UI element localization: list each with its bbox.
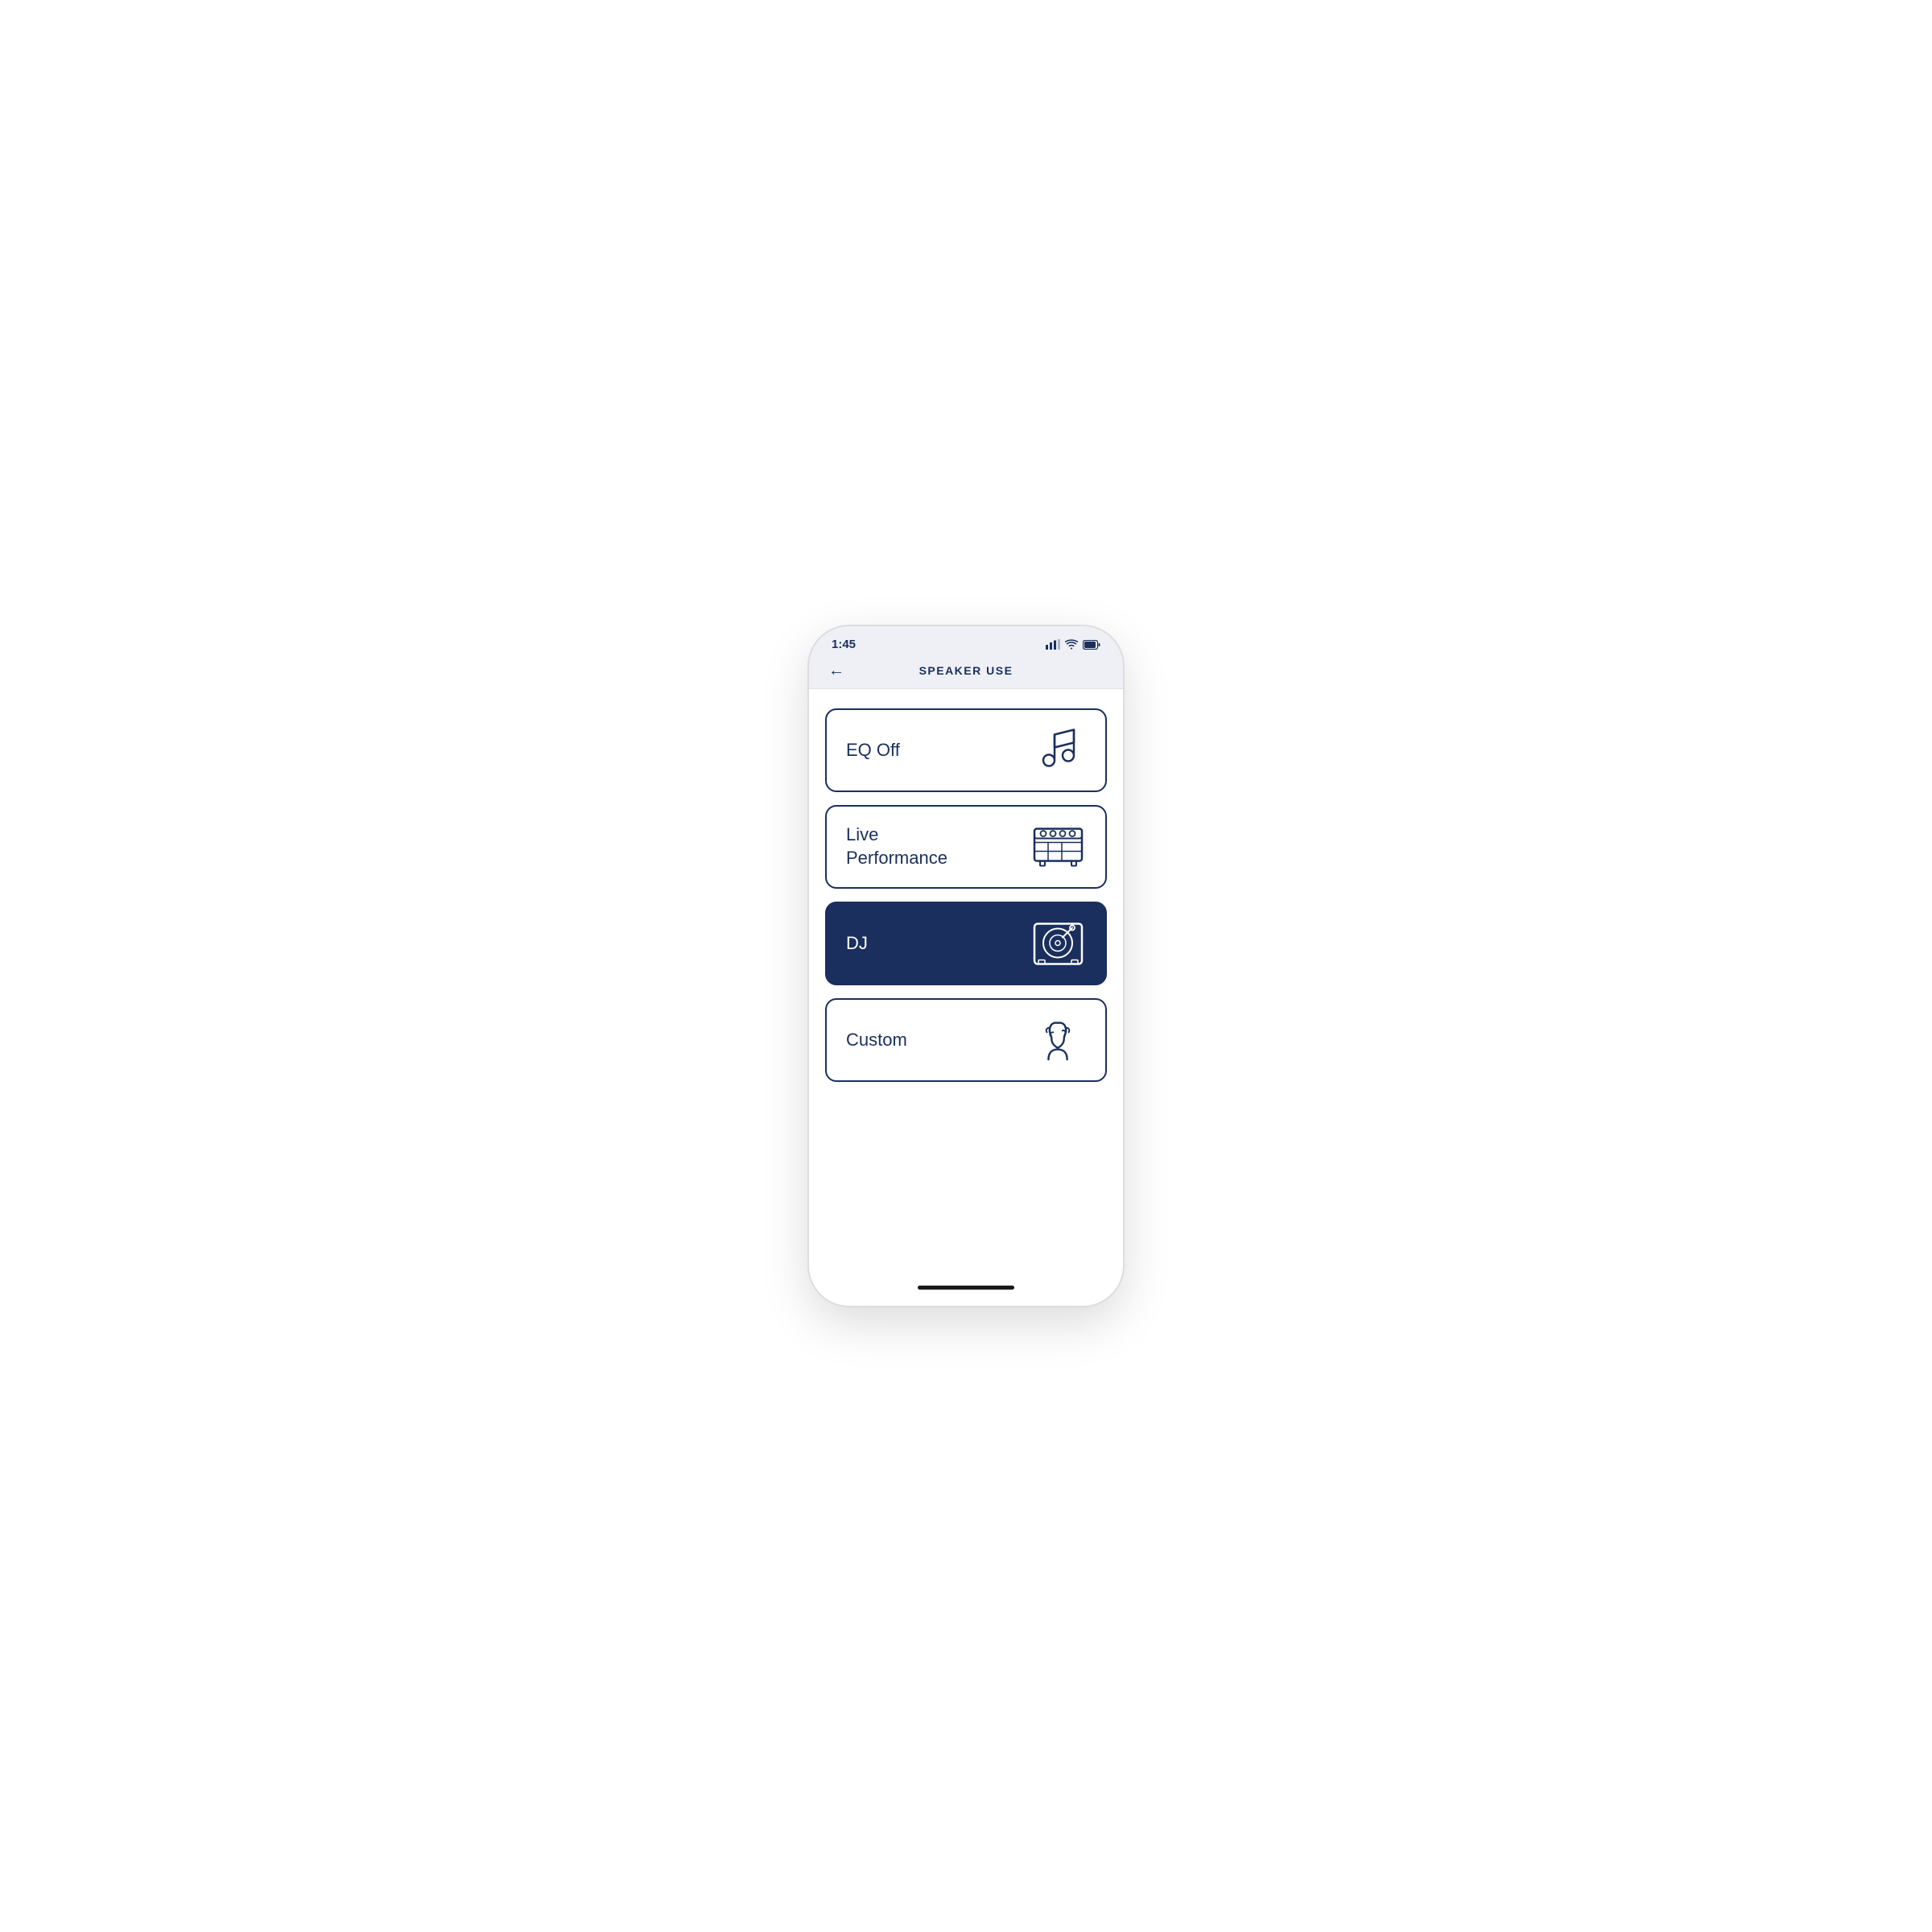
option-card-live-performance[interactable]: Live Performance [825,805,1107,889]
music-icon [1030,726,1086,774]
option-label-live-performance: Live Performance [846,824,947,869]
live-performance-icon [1030,823,1086,871]
status-time: 1:45 [832,638,856,651]
custom-icon [1030,1016,1086,1064]
phone-frame: 1:45 [809,626,1123,1306]
nav-bar: ← SPEAKER USE [809,658,1123,689]
option-label-eq-off: EQ Off [846,739,900,762]
battery-icon [1083,640,1100,650]
dj-icon [1030,919,1086,968]
status-bar: 1:45 [809,626,1123,658]
option-label-custom: Custom [846,1029,907,1052]
nav-title: SPEAKER USE [919,664,1013,677]
bottom-bar [809,1276,1123,1306]
option-card-dj[interactable]: DJ [825,902,1107,985]
back-button[interactable]: ← [825,658,848,683]
option-card-custom[interactable]: Custom [825,998,1107,1082]
option-card-eq-off[interactable]: EQ Off [825,708,1107,792]
wifi-icon [1065,639,1078,650]
option-label-dj: DJ [846,932,868,956]
home-indicator [918,1286,1014,1290]
content-area: EQ Off Live Performance [809,689,1123,1276]
status-icons [1046,639,1100,650]
signal-icon [1046,639,1060,650]
